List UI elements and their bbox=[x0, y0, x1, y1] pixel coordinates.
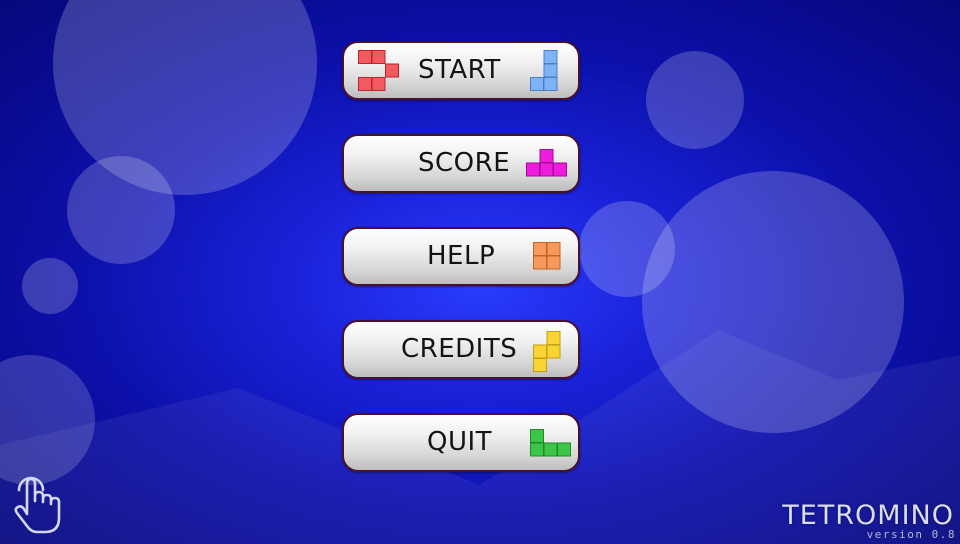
z-tetromino-icon bbox=[358, 50, 399, 91]
score-button[interactable]: SCORE bbox=[342, 134, 580, 193]
credits-label: CREDITS bbox=[401, 334, 518, 364]
bubble bbox=[642, 171, 904, 433]
bubble bbox=[67, 156, 175, 264]
t-tetromino-icon bbox=[526, 149, 567, 177]
score-label: SCORE bbox=[418, 148, 511, 178]
start-label: START bbox=[418, 55, 501, 85]
help-button[interactable]: HELP bbox=[342, 227, 580, 286]
bubble bbox=[22, 258, 78, 314]
l-tetromino-icon bbox=[530, 429, 571, 457]
quit-button[interactable]: QUIT bbox=[342, 413, 580, 472]
bubble bbox=[646, 51, 744, 149]
o-tetromino-icon bbox=[533, 242, 561, 270]
version-label: version 0.8 bbox=[866, 528, 956, 541]
start-button[interactable]: START bbox=[342, 41, 580, 100]
touch-hand-icon bbox=[14, 476, 61, 534]
quit-label: QUIT bbox=[427, 427, 493, 457]
help-label: HELP bbox=[427, 241, 496, 271]
s-tetromino-icon bbox=[533, 331, 561, 372]
j-tetromino-icon bbox=[530, 50, 558, 91]
credits-button[interactable]: CREDITS bbox=[342, 320, 580, 379]
game-title: TETROMINO bbox=[782, 500, 954, 531]
